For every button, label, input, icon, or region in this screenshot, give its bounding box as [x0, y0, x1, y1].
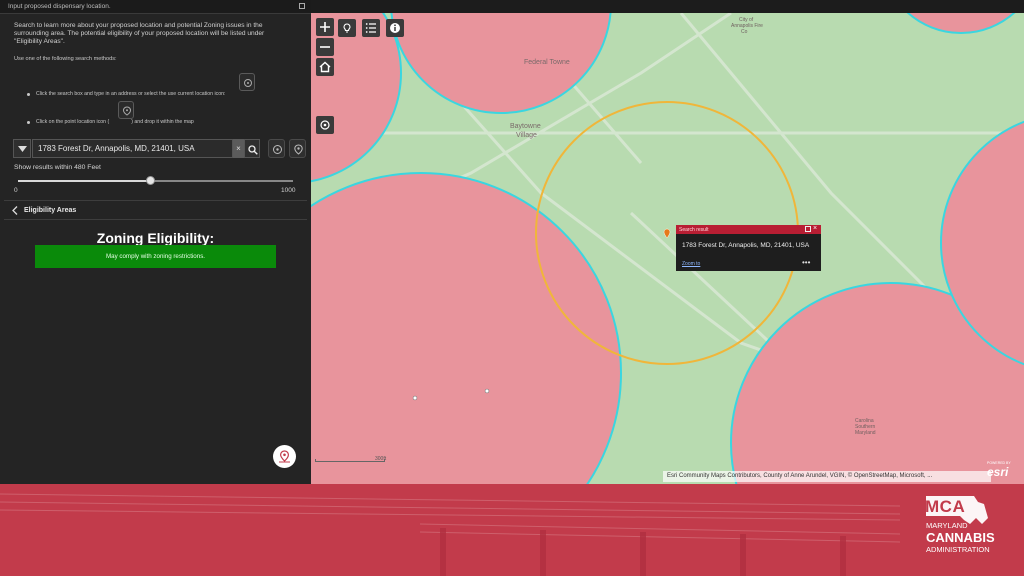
- panel-minimize-button[interactable]: [299, 3, 305, 9]
- popup-address: 1783 Forest Dr, Annapolis, MD, 21401, US…: [682, 242, 810, 249]
- search-location-pin: [663, 228, 671, 239]
- point-location-example-button: [118, 101, 134, 119]
- popup-header: Search result ×: [676, 225, 821, 234]
- method-search-text: Click the search box and type in an addr…: [36, 91, 226, 97]
- plus-icon: [320, 22, 330, 32]
- search-button[interactable]: [244, 139, 260, 158]
- method-point-text: Click on the point location icon () and …: [36, 119, 194, 125]
- feedback-button[interactable]: [273, 445, 296, 468]
- panel-header: Input proposed dispensary location.: [0, 0, 311, 14]
- branding-footer: [0, 484, 1024, 576]
- map-marker: [412, 395, 418, 401]
- point-location-button[interactable]: [289, 139, 306, 158]
- zoning-result-badge: May comply with zoning restrictions.: [35, 245, 276, 268]
- search-panel: Input proposed dispensary location. Sear…: [0, 0, 311, 484]
- locate-icon: [320, 120, 330, 130]
- locate-button[interactable]: [316, 116, 334, 134]
- basemap-button[interactable]: [338, 19, 356, 37]
- label-village: Village: [516, 132, 537, 139]
- zoom-out-button[interactable]: [316, 38, 334, 56]
- esri-logo: esri: [987, 465, 1009, 479]
- restricted-zone: [390, 13, 612, 114]
- home-icon: [319, 61, 331, 73]
- mca-abbreviation: MCA: [925, 497, 966, 516]
- label-city-annapolis-3: Co: [741, 29, 748, 35]
- bullet-icon: [27, 121, 30, 124]
- radius-label: Show results within 480 Feet: [14, 164, 101, 171]
- caret-down-icon: [18, 146, 27, 152]
- clear-search-button[interactable]: ×: [233, 139, 244, 158]
- intro-text: Search to learn more about your proposed…: [14, 22, 265, 45]
- minus-icon: [320, 46, 330, 48]
- search-input[interactable]: [32, 139, 233, 158]
- label-federal-towne: Federal Towne: [524, 59, 570, 66]
- popup-title: Search result: [679, 227, 709, 233]
- search-icon: [248, 145, 258, 155]
- use-current-location-button[interactable]: [268, 139, 285, 158]
- bridge-background-image: [0, 493, 901, 576]
- map-canvas[interactable]: [311, 13, 1024, 484]
- slider-min-label: 0: [14, 187, 18, 194]
- mca-line-administration: ADMINISTRATION: [926, 545, 990, 554]
- app-root: Input proposed dispensary location. Sear…: [0, 0, 1024, 576]
- zoning-eligibility-heading: Zoning Eligibility:: [96, 230, 215, 246]
- locate-icon: [273, 145, 282, 154]
- mca-line-maryland: MARYLAND: [926, 521, 968, 530]
- map-attribution: Esri Community Maps Contributors, County…: [663, 471, 991, 482]
- radius-slider[interactable]: [18, 176, 293, 186]
- map-pin-icon: [294, 144, 303, 155]
- eligibility-areas-title: Eligibility Areas: [24, 207, 77, 214]
- eligibility-areas-header[interactable]: Eligibility Areas: [4, 200, 307, 220]
- popup-more-button[interactable]: •••: [802, 258, 810, 267]
- popup-zoom-link[interactable]: Zoom to: [682, 261, 700, 267]
- mca-line-cannabis: CANNABIS: [926, 530, 995, 545]
- scale-bar: [315, 459, 385, 462]
- zoom-in-button[interactable]: [316, 18, 334, 36]
- slider-max-label: 1000: [281, 187, 296, 194]
- layer-list-button[interactable]: [362, 19, 380, 37]
- bullet-icon: [27, 93, 30, 96]
- search-result-popup: Search result × 1783 Forest Dr, Annapoli…: [676, 225, 821, 271]
- home-button[interactable]: [316, 58, 334, 76]
- label-baytowne: Baytowne: [510, 123, 541, 130]
- list-icon: [365, 23, 376, 33]
- map-view[interactable]: Federal Towne Baytowne Village City of A…: [311, 13, 1024, 484]
- chevron-left-icon[interactable]: [12, 206, 18, 215]
- popup-close-button[interactable]: ×: [813, 225, 819, 232]
- search-bar: ×: [13, 139, 306, 158]
- popup-dock-button[interactable]: [805, 226, 811, 232]
- label-college-3: Maryland: [855, 430, 876, 436]
- current-location-example-button: [239, 73, 255, 91]
- search-source-dropdown[interactable]: [13, 139, 31, 158]
- info-icon: [390, 23, 400, 33]
- methods-label: Use one of the following search methods:: [14, 56, 117, 62]
- slider-thumb[interactable]: [146, 176, 155, 185]
- slider-fill: [18, 180, 150, 182]
- map-pin-icon: [279, 450, 290, 463]
- info-button[interactable]: [386, 19, 404, 37]
- panel-title: Input proposed dispensary location.: [8, 3, 111, 10]
- lightbulb-icon: [343, 23, 351, 33]
- map-marker: [484, 388, 490, 394]
- restricted-zone: [906, 13, 1016, 34]
